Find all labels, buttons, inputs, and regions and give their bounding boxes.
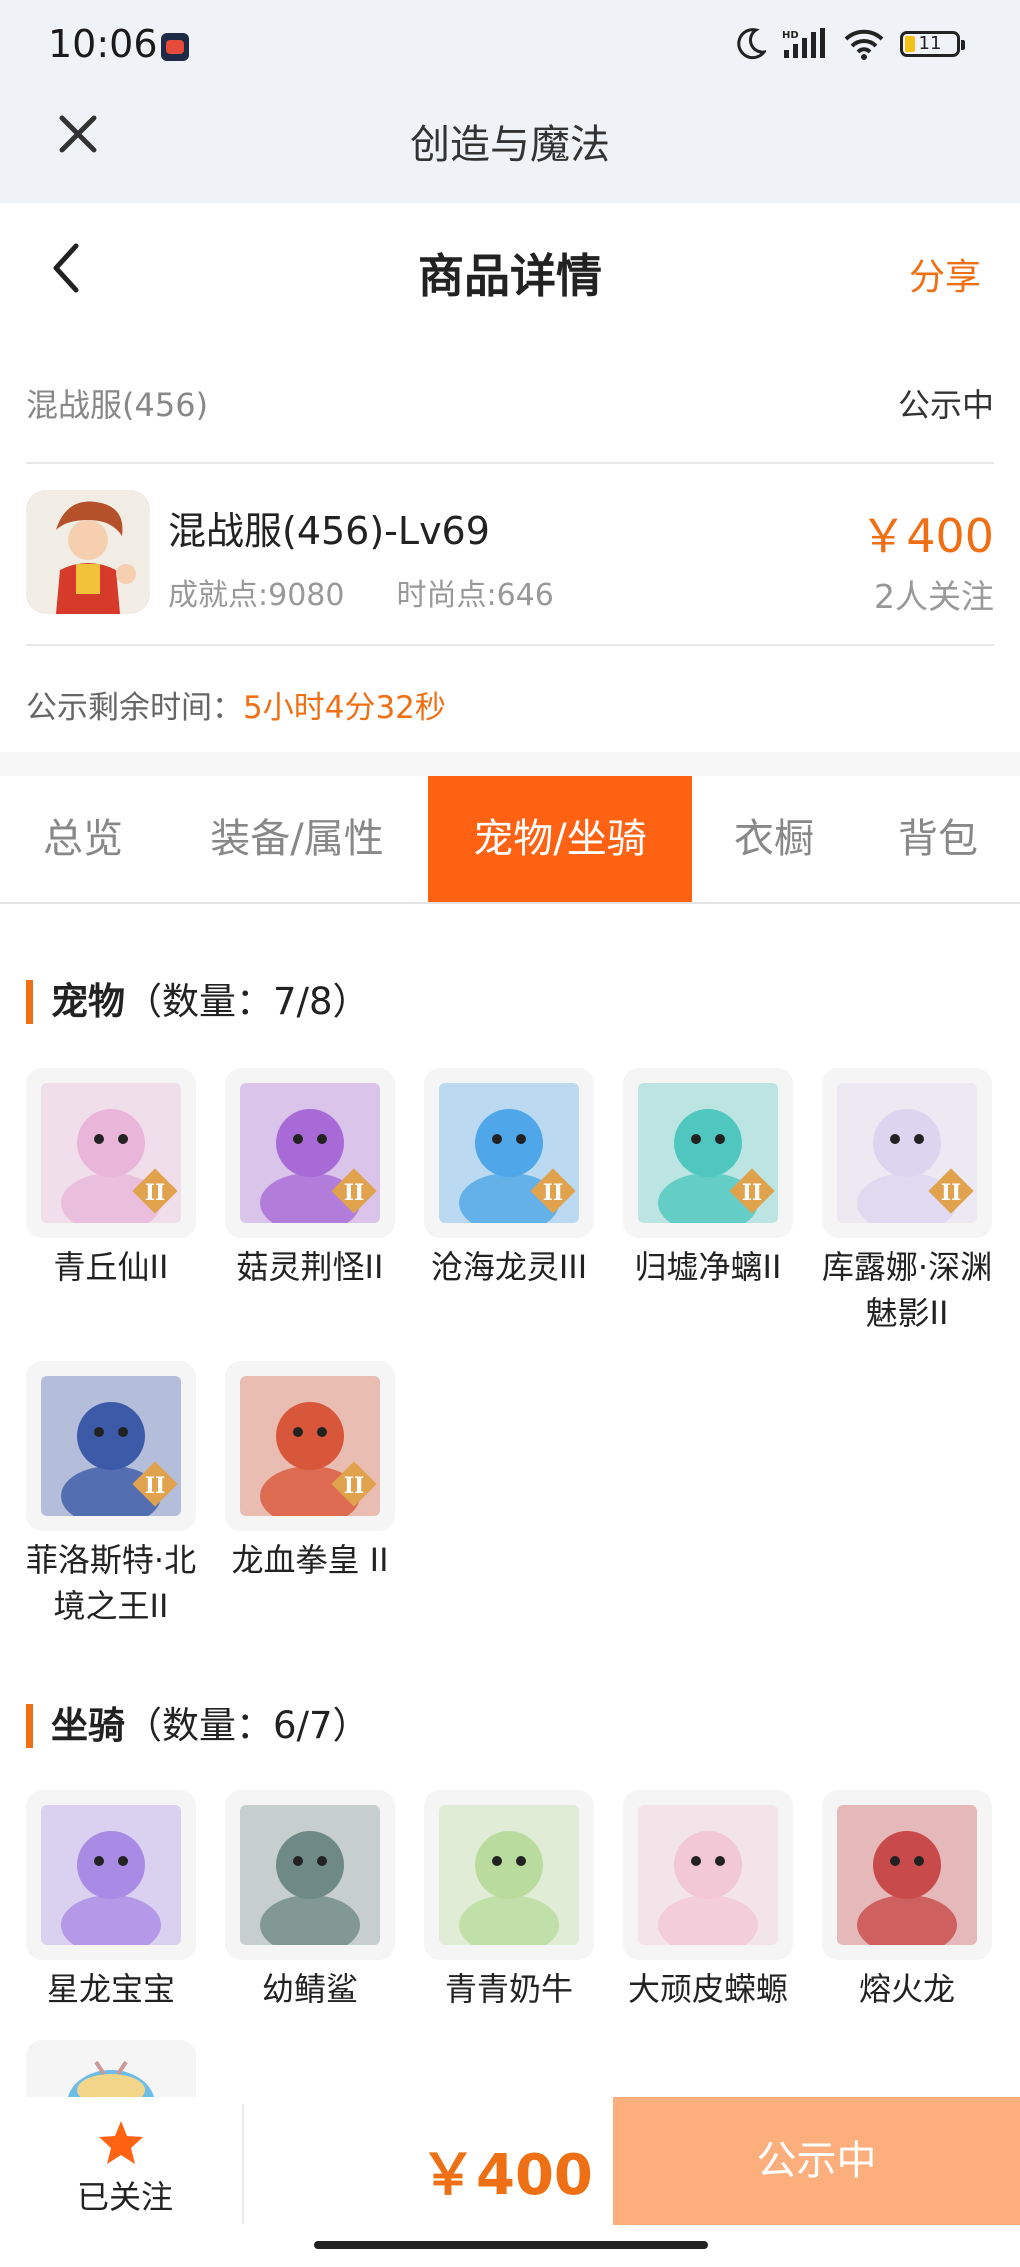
remaining-time-value: 5小时4分32秒: [243, 690, 446, 726]
tab-wardrobe[interactable]: 衣橱: [692, 776, 856, 902]
svg-text:II: II: [742, 1180, 763, 1206]
pets-title: 宠物: [51, 980, 125, 1023]
pet-name: 库露娜·深渊魅影II: [821, 1248, 993, 1332]
home-indicator[interactable]: [314, 2241, 708, 2249]
mount-name: 星龙宝宝: [46, 1970, 175, 2008]
mount-name: 熔火龙: [858, 1970, 955, 2008]
svg-text:II: II: [543, 1180, 564, 1206]
listing-status: 公示中: [897, 386, 994, 424]
pet-name: 菇灵荆怪II: [236, 1248, 384, 1286]
tab-pets-mounts[interactable]: 宠物/坐骑: [428, 776, 692, 902]
character-name: 混战服(456)-Lv69: [168, 509, 490, 553]
svg-text:HD: HD: [782, 30, 799, 41]
server-label: 混战服(456): [26, 386, 209, 424]
divider: [26, 644, 994, 646]
pet-thumbnail: II: [225, 1361, 395, 1531]
bottom-price: ￥400: [420, 2143, 593, 2208]
mount-thumbnail: [822, 1790, 992, 1960]
mount-thumbnail: [623, 1790, 793, 1960]
mount-thumbnail: [225, 1790, 395, 1960]
remaining-time-label: 公示剩余时间：: [26, 690, 243, 726]
pet-name: 沧海龙灵III: [430, 1248, 588, 1286]
mount-thumbnail-partial[interactable]: [26, 2040, 196, 2097]
star-icon[interactable]: [96, 2118, 146, 2168]
mounts-section-title: 坐骑（数量：6/7）: [26, 1704, 370, 1748]
character-stats: 成就点:9080 时尚点:646: [168, 570, 606, 614]
pet-thumbnail: II: [26, 1068, 196, 1238]
mount-thumbnail: [424, 1790, 594, 1960]
listing-price: ￥400: [860, 509, 994, 563]
character-avatar[interactable]: [26, 490, 150, 614]
svg-text:II: II: [145, 1473, 166, 1499]
page-title: 商品详情: [418, 249, 602, 303]
pet-item[interactable]: II 沧海龙灵III: [424, 1068, 594, 1290]
battery-level: 11: [918, 33, 942, 54]
mounts-title: 坐骑: [51, 1704, 125, 1747]
pet-item[interactable]: II 青丘仙II: [26, 1068, 196, 1290]
pet-thumbnail: II: [424, 1068, 594, 1238]
pet-thumbnail: II: [822, 1068, 992, 1238]
svg-text:II: II: [145, 1180, 166, 1206]
status-time: 10:06: [48, 22, 158, 66]
svg-text:II: II: [941, 1180, 962, 1206]
pet-name: 菲洛斯特·北境之王II: [25, 1541, 197, 1625]
pet-item[interactable]: II 菇灵荆怪II: [225, 1068, 395, 1290]
pet-item[interactable]: II 菲洛斯特·北境之王II: [26, 1361, 196, 1629]
pet-thumbnail: II: [26, 1361, 196, 1531]
moon-icon: [737, 28, 766, 60]
divider: [26, 462, 994, 464]
svg-text:II: II: [344, 1180, 365, 1206]
mount-thumbnail: [26, 1790, 196, 1960]
mount-item[interactable]: 幼鲭鲨: [225, 1790, 395, 2012]
signal-icon: HD: [782, 28, 825, 58]
pets-section-title: 宠物（数量：7/8）: [26, 980, 370, 1024]
pet-name: 青丘仙II: [53, 1248, 169, 1286]
pet-item[interactable]: II 龙血拳皇 II: [225, 1361, 395, 1583]
follow-button[interactable]: 已关注: [70, 2172, 180, 2218]
pets-count: （数量：7/8）: [125, 980, 370, 1023]
mount-name: 大顽皮蝾螈: [627, 1970, 788, 2008]
mount-name: 青青奶牛: [444, 1970, 573, 2008]
publicity-status-button[interactable]: 公示中: [613, 2097, 1020, 2225]
watcher-count: 2人关注: [874, 577, 994, 616]
pet-item[interactable]: II 库露娜·深渊魅影II: [822, 1068, 992, 1336]
mount-item[interactable]: 青青奶牛: [424, 1790, 594, 2012]
wifi-icon: [844, 29, 884, 60]
tab-equipment[interactable]: 装备/属性: [166, 776, 428, 902]
pet-thumbnail: II: [225, 1068, 395, 1238]
pet-thumbnail: II: [623, 1068, 793, 1238]
remaining-time: 公示剩余时间：5小时4分32秒: [26, 682, 446, 727]
mount-item[interactable]: 大顽皮蝾螈: [623, 1790, 793, 2012]
tab-overview[interactable]: 总览: [0, 776, 166, 902]
mount-name: 幼鲭鲨: [261, 1970, 358, 2008]
divider: [242, 2104, 244, 2224]
tab-backpack[interactable]: 背包: [856, 776, 1020, 902]
share-button[interactable]: 分享: [909, 248, 981, 300]
mount-item[interactable]: 熔火龙: [822, 1790, 992, 2012]
pet-name: 归墟净螭II: [634, 1248, 782, 1286]
mount-item[interactable]: 星龙宝宝: [26, 1790, 196, 2012]
achievement-points: 成就点:9080: [168, 578, 345, 613]
svg-text:II: II: [344, 1473, 365, 1499]
mounts-count: （数量：6/7）: [125, 1704, 370, 1747]
status-icons: HD 11: [736, 28, 965, 60]
pet-item[interactable]: II 归墟净螭II: [623, 1068, 793, 1290]
app-title: 创造与魔法: [410, 122, 610, 168]
battery-icon: 11: [900, 31, 965, 57]
notification-app-icon: [161, 33, 189, 61]
pet-name: 龙血拳皇 II: [231, 1541, 389, 1579]
detail-tabs: 总览 装备/属性 宠物/坐骑 衣橱 背包: [0, 776, 1020, 904]
section-gap: [0, 752, 1020, 776]
fashion-points: 时尚点:646: [396, 578, 554, 613]
